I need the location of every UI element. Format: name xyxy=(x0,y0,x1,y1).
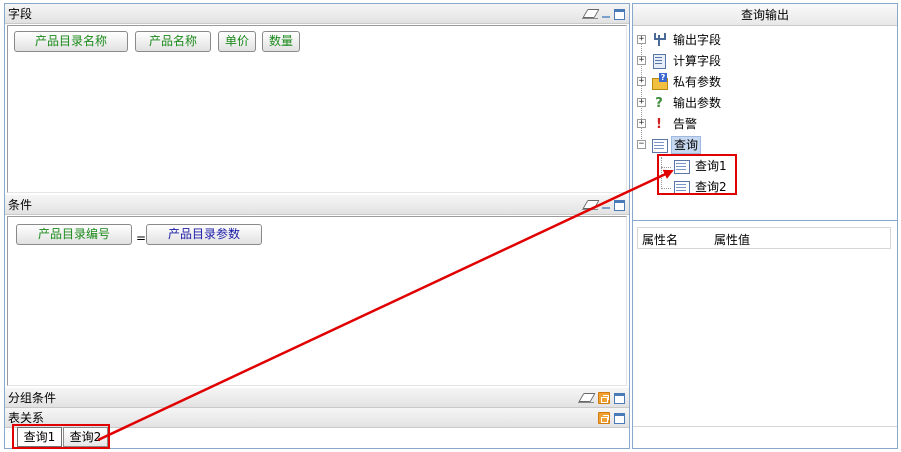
condition-panel-title: 条件 xyxy=(8,198,33,212)
fields-panel-body: 产品目录名称 产品名称 单价 数量 xyxy=(7,25,627,193)
tree-node-label: 查询2 xyxy=(695,180,727,194)
minimize-icon[interactable] xyxy=(602,198,610,212)
tree-node-label: 计算字段 xyxy=(673,54,722,68)
group-panel-title: 分组条件 xyxy=(8,391,57,405)
query-output-tree: + 输出字段 + 计算字段 + 私有参数 + ? 输出参数 + ! 告警 − 查… xyxy=(633,27,897,217)
tree-node-query[interactable]: − 查询 xyxy=(637,136,702,154)
property-name-column[interactable]: 属性名 xyxy=(642,231,678,248)
relation-tab-query2[interactable]: 查询2 xyxy=(63,427,108,447)
restore-icon[interactable] xyxy=(598,412,610,424)
properties-header: 属性名 属性值 xyxy=(637,227,891,249)
expand-icon[interactable]: + xyxy=(637,119,646,128)
tree-node-calc-fields[interactable]: + 计算字段 xyxy=(637,52,723,70)
tree-node-output-fields[interactable]: + 输出字段 xyxy=(637,31,723,49)
tree-node-label: 输出参数 xyxy=(673,96,722,110)
relation-tab-query1[interactable]: 查询1 xyxy=(17,427,62,447)
eraser-icon[interactable] xyxy=(578,392,594,404)
eraser-icon[interactable] xyxy=(582,8,598,20)
expand-icon[interactable]: + xyxy=(637,56,646,65)
question-icon: ? xyxy=(655,95,663,111)
maximize-icon[interactable] xyxy=(614,199,625,211)
maximize-icon[interactable] xyxy=(614,8,625,20)
fork-icon xyxy=(651,32,667,48)
tree-node-query1[interactable]: 查询1 xyxy=(673,157,729,175)
restore-icon[interactable] xyxy=(598,392,610,404)
tree-node-label: 输出字段 xyxy=(673,33,722,47)
tree-node-query2[interactable]: 查询2 xyxy=(673,178,729,196)
condition-panel-header: 条件 xyxy=(5,195,629,215)
calculator-icon xyxy=(651,53,667,69)
query-designer-pane: 字段 产品目录名称 产品名称 单价 数量 条件 产品目录编号 = 产品目录参数 … xyxy=(4,3,630,449)
minimize-icon[interactable] xyxy=(602,7,610,21)
condition-panel-body: 产品目录编号 = 产品目录参数 xyxy=(7,216,627,386)
tree-node-label: 私有参数 xyxy=(673,75,722,89)
relation-panel-header: 表关系 xyxy=(5,408,629,428)
expand-icon[interactable]: + xyxy=(637,98,646,107)
tree-node-alerts[interactable]: + ! 告警 xyxy=(637,115,699,133)
properties-grid: 属性名 属性值 xyxy=(633,220,897,448)
relation-panel-title: 表关系 xyxy=(8,411,45,425)
query-output-title: 查询输出 xyxy=(633,4,897,26)
group-panel-header: 分组条件 xyxy=(5,388,629,408)
fields-panel-title: 字段 xyxy=(8,7,33,21)
field-chip-product-name[interactable]: 产品名称 xyxy=(135,31,211,52)
expand-icon[interactable]: + xyxy=(637,35,646,44)
query-table-icon xyxy=(673,179,690,195)
field-chip-catalog-name[interactable]: 产品目录名称 xyxy=(14,31,128,52)
field-chip-unit-price[interactable]: 单价 xyxy=(218,31,256,52)
condition-right-operand[interactable]: 产品目录参数 xyxy=(146,224,262,245)
tree-node-label: 告警 xyxy=(673,117,698,131)
tree-node-private-params[interactable]: + 私有参数 xyxy=(637,73,723,91)
exclamation-icon: ! xyxy=(656,116,662,132)
collapse-icon[interactable]: − xyxy=(637,140,646,149)
tree-node-output-params[interactable]: + ? 输出参数 xyxy=(637,94,723,112)
condition-operator: = xyxy=(136,231,147,245)
condition-left-operand[interactable]: 产品目录编号 xyxy=(16,224,132,245)
field-chip-quantity[interactable]: 数量 xyxy=(262,31,300,52)
tree-node-label: 查询 xyxy=(671,136,702,154)
tree-node-label: 查询1 xyxy=(695,159,727,173)
query-table-icon xyxy=(673,158,690,174)
fields-panel-header: 字段 xyxy=(5,4,629,24)
maximize-icon[interactable] xyxy=(614,392,625,404)
expand-icon[interactable]: + xyxy=(637,77,646,86)
folder-question-icon xyxy=(651,73,668,90)
properties-footer xyxy=(633,426,897,448)
query-output-pane: 查询输出 + 输出字段 + 计算字段 + 私有参数 + ? 输出参数 + ! xyxy=(632,3,898,449)
maximize-icon[interactable] xyxy=(614,412,625,424)
property-value-column[interactable]: 属性值 xyxy=(714,231,750,248)
query-table-icon xyxy=(651,137,668,153)
eraser-icon[interactable] xyxy=(582,199,598,211)
